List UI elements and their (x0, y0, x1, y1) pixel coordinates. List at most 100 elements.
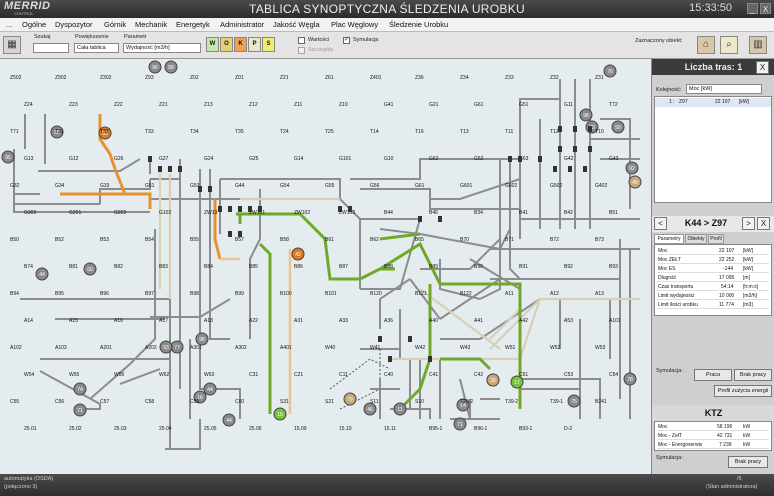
node-label[interactable]: G202 (114, 210, 126, 216)
node-label[interactable]: A40 (429, 318, 438, 324)
node-label[interactable]: S11 (370, 399, 379, 405)
drive-marker[interactable] (538, 156, 542, 162)
node-label[interactable]: A41 (474, 318, 483, 324)
menu-item-jakosc-wegla[interactable]: Jakość Węgla (273, 20, 320, 29)
node-label[interactable]: Z22 (114, 102, 123, 108)
node-label[interactable]: Z31 (595, 75, 604, 81)
node-label[interactable]: B96 (100, 291, 109, 297)
node-label[interactable]: T29-2 (460, 399, 473, 405)
next-route-button[interactable]: > (742, 217, 755, 230)
node-label[interactable]: B46 (429, 210, 438, 216)
node-label[interactable]: A17 (159, 318, 168, 324)
drive-marker[interactable] (148, 156, 152, 162)
node-label[interactable]: B51 (609, 210, 618, 216)
node-label[interactable]: C31 (249, 372, 258, 378)
node-label[interactable]: T10 (595, 129, 604, 135)
node-label[interactable]: C42 (474, 372, 483, 378)
node-label[interactable]: B86 (294, 264, 303, 270)
drive-marker[interactable] (198, 186, 202, 192)
no-work-button[interactable]: Brak pracy (734, 369, 772, 381)
node-label[interactable]: B95 (55, 291, 64, 297)
node-label[interactable]: C58 (145, 399, 154, 405)
drive-marker[interactable] (428, 356, 432, 362)
drive-marker[interactable] (553, 166, 557, 172)
node-label[interactable]: B94 (10, 291, 19, 297)
node-label[interactable]: A53 (564, 318, 573, 324)
equipment-badge[interactable]: 26 (486, 373, 500, 387)
node-label[interactable]: Z93 (145, 75, 154, 81)
node-label[interactable]: B81 (69, 264, 78, 270)
node-label[interactable]: W43 (460, 345, 471, 351)
node-label[interactable]: Z401 (370, 75, 382, 81)
node-label[interactable]: B72 (550, 237, 559, 243)
node-label[interactable]: B101 (325, 291, 337, 297)
node-label[interactable]: W54 (24, 372, 35, 378)
equipment-badge[interactable]: 71 (453, 417, 467, 431)
filter-s-button[interactable]: S (262, 37, 275, 52)
menu-item-more[interactable]: ... (6, 20, 12, 29)
node-label[interactable]: B85 (249, 264, 258, 270)
node-label[interactable]: B53 (100, 237, 109, 243)
node-label[interactable]: B58 (280, 237, 289, 243)
home-button[interactable]: ▦ (3, 36, 21, 54)
node-label[interactable]: T24 (280, 129, 289, 135)
node-label[interactable]: G101 (339, 156, 351, 162)
node-label[interactable]: Z32 (550, 75, 559, 81)
node-label[interactable]: A101 (609, 318, 621, 324)
node-label[interactable]: B54 (145, 237, 154, 243)
node-label[interactable]: B87 (339, 264, 348, 270)
drive-marker[interactable] (588, 126, 592, 132)
node-label[interactable]: B98 (190, 291, 199, 297)
energy-profile-button[interactable]: Profil zużycia energii (714, 385, 772, 397)
drive-marker[interactable] (408, 336, 412, 342)
drive-marker[interactable] (558, 126, 562, 132)
drive-marker[interactable] (228, 206, 232, 212)
node-label[interactable]: A16 (114, 318, 123, 324)
node-label[interactable]: T34 (190, 129, 199, 135)
node-label[interactable]: B83 (159, 264, 168, 270)
node-label[interactable]: G502 (550, 183, 562, 189)
node-label[interactable]: G52 (474, 156, 484, 162)
tab-parametry[interactable]: Parametry (654, 234, 684, 244)
filter-w-button[interactable]: W (206, 37, 219, 52)
node-label[interactable]: G61 (474, 102, 484, 108)
menu-item-ogolne[interactable]: Ogólne (22, 20, 46, 29)
minimize-button[interactable]: _ (747, 3, 758, 14)
node-label[interactable]: 25.04 (159, 426, 172, 432)
node-label[interactable]: A15 (69, 318, 78, 324)
node-label[interactable]: G14 (294, 156, 304, 162)
filter-o-button[interactable]: O (220, 37, 233, 52)
node-label[interactable]: A42 (519, 318, 528, 324)
equipment-badge[interactable]: 75 (567, 394, 581, 408)
node-label[interactable]: B73 (595, 237, 604, 243)
equipment-badge[interactable]: 96 (148, 60, 162, 74)
node-label[interactable]: 25.03 (114, 426, 127, 432)
node-label[interactable]: Z12 (249, 102, 258, 108)
node-label[interactable]: B82 (114, 264, 123, 270)
node-label[interactable]: A401 (280, 345, 292, 351)
equipment-badge[interactable]: 42 (291, 247, 305, 261)
drive-marker[interactable] (508, 156, 512, 162)
node-label[interactable]: A13 (595, 291, 604, 297)
equipment-badge[interactable]: 92 (625, 161, 639, 175)
equipment-badge[interactable]: 89 (164, 60, 178, 74)
drive-marker[interactable] (568, 166, 572, 172)
node-label[interactable]: T25 (325, 129, 334, 135)
node-label[interactable]: G54 (280, 183, 290, 189)
node-label[interactable]: 25.06 (249, 426, 262, 432)
node-label[interactable]: A11 (505, 291, 514, 297)
node-label[interactable]: T72 (609, 102, 618, 108)
equipment-badge[interactable]: 49 (628, 175, 642, 189)
node-label[interactable]: Z21 (159, 102, 168, 108)
work-button[interactable]: Praca (694, 369, 732, 381)
prev-route-button[interactable]: < (654, 217, 667, 230)
node-label[interactable]: B93 (609, 264, 618, 270)
drive-marker[interactable] (338, 206, 342, 212)
node-label[interactable]: B122 (460, 291, 472, 297)
node-label[interactable]: B241 (595, 399, 607, 405)
equipment-badge[interactable]: 71 (73, 403, 87, 417)
node-label[interactable]: C41 (429, 372, 438, 378)
node-label[interactable]: Z13 (204, 102, 213, 108)
node-label[interactable]: 25.05 (204, 426, 217, 432)
node-label[interactable]: G25 (249, 156, 259, 162)
